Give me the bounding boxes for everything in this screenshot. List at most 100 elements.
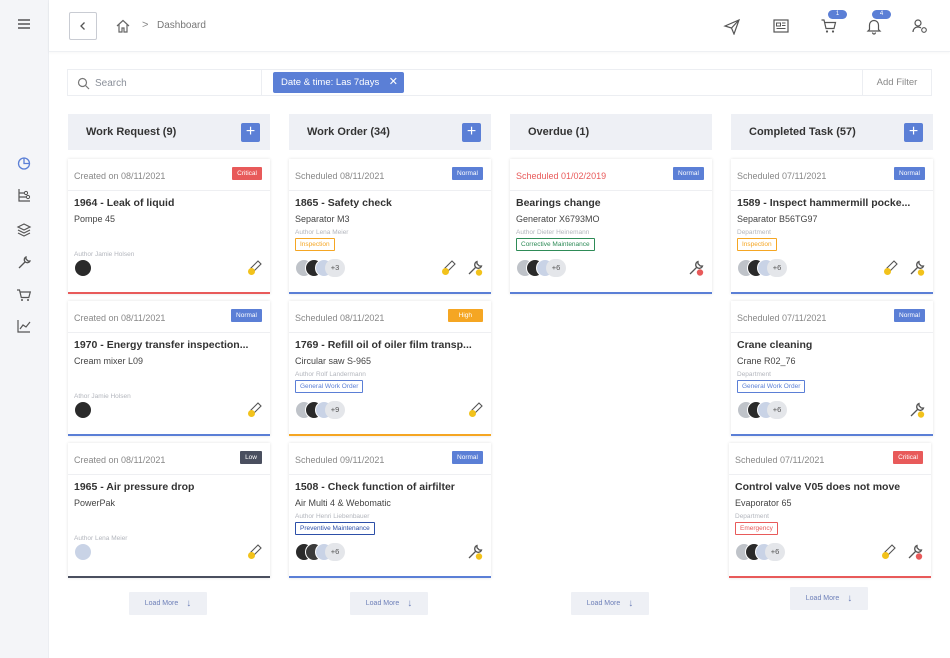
layers-icon[interactable] — [14, 220, 34, 240]
priority-badge: Normal — [452, 451, 483, 464]
assignee-avatars[interactable]: +6 — [516, 259, 576, 277]
brush-tool-icon[interactable] — [466, 401, 484, 419]
cart-icon[interactable] — [820, 17, 838, 35]
assignee-avatars[interactable]: +6 — [737, 259, 797, 277]
card-date: Scheduled 09/11/2021 — [295, 455, 385, 465]
wrench-alert-icon[interactable] — [687, 259, 705, 277]
card-title: 1769 - Refill oil of oiler film transp..… — [295, 339, 472, 351]
card-work-request-1965[interactable]: Created on 08/11/2021 Low 1965 - Air pre… — [68, 443, 270, 578]
load-more-button[interactable]: Load More ↓ — [790, 587, 868, 610]
add-work-request-button[interactable]: + — [241, 123, 260, 142]
card-date: Scheduled 07/11/2021 — [737, 171, 827, 181]
arrow-down-icon: ↓ — [407, 598, 413, 609]
card-date: Created on 08/11/2021 — [74, 171, 166, 181]
column-header-work-request: Work Request (9) + — [68, 114, 270, 150]
chart-pie-icon[interactable] — [14, 153, 34, 173]
back-button[interactable] — [69, 12, 97, 40]
column-header-work-order: Work Order (34) + — [289, 114, 491, 150]
bell-icon[interactable] — [865, 17, 883, 35]
workflow-icon[interactable] — [14, 185, 34, 205]
column-title: Overdue (1) — [528, 126, 590, 138]
priority-badge: Critical — [232, 167, 262, 180]
wrench-alert-icon[interactable] — [906, 543, 924, 561]
news-icon[interactable] — [772, 17, 790, 35]
wrench-status-icon[interactable] — [908, 401, 926, 419]
assignee-avatars[interactable] — [74, 259, 134, 277]
priority-badge: Normal — [231, 309, 262, 322]
search-box[interactable] — [67, 69, 262, 96]
assignee-avatars[interactable]: +3 — [295, 259, 355, 277]
card-completed-crane[interactable]: Scheduled 07/11/2021 Normal Crane cleani… — [731, 301, 933, 436]
card-title: 1965 - Air pressure drop — [74, 481, 195, 493]
brush-tool-icon[interactable] — [245, 401, 263, 419]
category-tag: Inspection — [737, 238, 777, 251]
assignee-avatars[interactable]: +6 — [735, 543, 795, 561]
load-more-label: Load More — [365, 600, 400, 607]
card-work-request-1964[interactable]: Created on 08/11/2021 Critical 1964 - Le… — [68, 159, 270, 294]
brush-tool-icon[interactable] — [879, 543, 897, 561]
card-author: Author Dieter Heinemann — [516, 229, 590, 236]
wrench-status-icon[interactable] — [466, 543, 484, 561]
menu-icon[interactable] — [14, 14, 34, 34]
card-work-order-1508[interactable]: Scheduled 09/11/2021 Normal 1508 - Check… — [289, 443, 491, 578]
card-title: 1970 - Energy transfer inspection... — [74, 339, 249, 351]
card-completed-1589[interactable]: Scheduled 07/11/2021 Normal 1589 - Inspe… — [731, 159, 933, 294]
wrench-icon[interactable] — [14, 253, 34, 273]
sidebar — [0, 0, 49, 658]
load-more-label: Load More — [586, 600, 621, 607]
close-icon[interactable]: ✕ — [389, 76, 398, 88]
card-work-order-1769[interactable]: Scheduled 08/11/2021 High 1769 - Refill … — [289, 301, 491, 436]
bell-badge: 4 — [872, 10, 891, 19]
card-overdue-bearings[interactable]: Scheduled 01/02/2019 Normal Bearings cha… — [510, 159, 712, 294]
card-date: Scheduled 07/11/2021 — [737, 313, 827, 323]
load-more-button[interactable]: Load More ↓ — [350, 592, 428, 615]
card-asset: Cream mixer L09 — [74, 356, 144, 366]
card-author: Athor Jamie Holsen — [74, 393, 131, 400]
card-department: Department — [737, 371, 771, 378]
assignee-avatars[interactable] — [74, 401, 134, 419]
arrow-down-icon: ↓ — [186, 598, 192, 609]
brush-tool-icon[interactable] — [439, 259, 457, 277]
search-input[interactable] — [95, 75, 255, 91]
more-assignees: +6 — [325, 543, 345, 561]
card-title: 1589 - Inspect hammermill pocke... — [737, 197, 911, 209]
assignee-avatars[interactable] — [74, 543, 134, 561]
paper-plane-icon[interactable] — [723, 17, 741, 35]
cart-icon[interactable] — [14, 285, 34, 305]
category-tag: Inspection — [295, 238, 335, 251]
load-more-button[interactable]: Load More ↓ — [129, 592, 207, 615]
user-settings-icon[interactable] — [911, 17, 929, 35]
card-work-order-1865[interactable]: Scheduled 08/11/2021 Normal 1865 - Safet… — [289, 159, 491, 294]
chevron-left-icon — [80, 22, 85, 30]
card-author: Author Lena Meier — [295, 229, 349, 236]
priority-badge: High — [447, 309, 483, 322]
category-tag: General Work Order — [737, 380, 806, 393]
load-more-button[interactable]: Load More ↓ — [571, 592, 649, 615]
more-assignees: +6 — [546, 259, 566, 277]
assignee-avatars[interactable]: +6 — [737, 401, 797, 419]
add-work-order-button[interactable]: + — [462, 123, 481, 142]
analytics-icon[interactable] — [14, 316, 34, 336]
add-completed-task-button[interactable]: + — [904, 123, 923, 142]
home-icon[interactable] — [115, 18, 131, 34]
load-more-label: Load More — [144, 600, 179, 607]
wrench-status-icon[interactable] — [466, 259, 484, 277]
more-assignees: +9 — [325, 401, 345, 419]
add-filter-button[interactable]: Add Filter — [862, 69, 932, 96]
brush-tool-icon[interactable] — [245, 543, 263, 561]
date-filter-chip[interactable]: Date & time: Las 7days ✕ — [273, 72, 404, 93]
card-date: Scheduled 08/11/2021 — [295, 313, 385, 323]
card-title: 1865 - Safety check — [295, 197, 392, 209]
column-title: Work Order (34) — [307, 126, 390, 138]
card-work-request-1970[interactable]: Created on 08/11/2021 Normal 1970 - Ener… — [68, 301, 270, 436]
assignee-avatars[interactable]: +6 — [295, 543, 355, 561]
card-asset: PowerPak — [74, 498, 116, 508]
brush-tool-icon[interactable] — [881, 259, 899, 277]
brush-tool-icon[interactable] — [245, 259, 263, 277]
card-title: 1964 - Leak of liquid — [74, 197, 175, 209]
card-date: Scheduled 01/02/2019 — [516, 171, 607, 181]
avatar — [74, 259, 92, 277]
wrench-status-icon[interactable] — [908, 259, 926, 277]
assignee-avatars[interactable]: +9 — [295, 401, 355, 419]
card-completed-control-valve[interactable]: Scheduled 07/11/2021 Critical Control va… — [729, 443, 931, 578]
